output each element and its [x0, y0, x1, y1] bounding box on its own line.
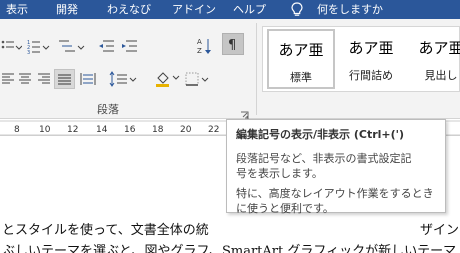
svg-text:A: A [197, 38, 202, 46]
tab-add-ins[interactable]: アドイン [172, 1, 216, 18]
svg-text:3: 3 [27, 50, 30, 54]
center-button[interactable] [17, 71, 33, 87]
document-line: とスタイルを使って、文書全体の統 [2, 223, 209, 238]
ribbon-home-panel: 123 AZ ¶ 段落 あア亜 標準 あア亜 行間詰め あア亜 見出し [0, 19, 460, 119]
style-card-normal[interactable]: あア亜 標準 [267, 29, 335, 89]
decrease-indent-button[interactable] [97, 38, 115, 54]
tab-developer[interactable]: 開発 [56, 1, 78, 18]
ruler-tick-label: 10 [39, 125, 51, 135]
ruler-tick-label: 8 [14, 125, 20, 135]
style-name: 標準 [290, 71, 312, 84]
style-name: 行間詰め [349, 69, 393, 82]
styles-gallery: あア亜 標準 あア亜 行間詰め あア亜 見出し [262, 26, 460, 92]
style-sample: あア亜 [348, 39, 394, 57]
tooltip-line: 段落記号など、非表示の書式設定記 [236, 152, 412, 165]
ruler-tick-label: 20 [180, 125, 192, 135]
multilevel-list-button[interactable] [56, 38, 86, 54]
document-line: ぶしいテーマを選ぶと、図やグラフ、SmartArt グラフィックが新しいテーマ [2, 244, 457, 253]
tooltip-line: 特に、高度なレイアウト作業をするとき [236, 187, 434, 200]
ruler-tick-label: 16 [124, 125, 136, 135]
ribbon-tab-bar: 表示 開発 わえなび アドイン ヘルプ 何をしますか [0, 0, 460, 19]
document-line: ザイン [420, 223, 460, 238]
tab-help[interactable]: ヘルプ [233, 1, 266, 18]
svg-text:¶: ¶ [228, 38, 236, 53]
increase-indent-button[interactable] [120, 38, 138, 54]
ruler-tick-label: 12 [67, 125, 79, 135]
tooltip-line: に使うと便利です。 [236, 202, 334, 215]
tooltip-line: 号を表示します。 [236, 167, 323, 180]
align-right-button[interactable] [36, 71, 52, 87]
style-sample: あア亜 [278, 41, 324, 59]
sort-button[interactable]: AZ [196, 36, 214, 56]
svg-text:Z: Z [197, 47, 202, 55]
shading-button[interactable] [154, 69, 182, 87]
lightbulb-icon[interactable] [290, 1, 304, 18]
style-card-heading[interactable]: あア亜 見出し [407, 29, 460, 89]
line-spacing-button[interactable] [108, 71, 138, 87]
justify-button[interactable] [54, 69, 75, 89]
style-sample: あア亜 [418, 39, 460, 57]
ruler-tick-label: 18 [152, 125, 164, 135]
ruler-tick-label: 22 [208, 125, 220, 135]
align-left-button[interactable] [2, 71, 14, 87]
group-separator [256, 23, 257, 115]
borders-button[interactable] [184, 71, 214, 87]
style-name: 見出し [424, 69, 458, 82]
distributed-button[interactable] [80, 71, 96, 87]
numbering-button[interactable]: 123 [25, 38, 51, 54]
tab-wae-navi[interactable]: わえなび [107, 1, 151, 18]
tooltip-title: 編集記号の表示/非表示 (Ctrl+(') [236, 128, 405, 141]
tell-me-search[interactable]: 何をしますか [317, 1, 383, 18]
bullets-button[interactable] [0, 38, 22, 54]
show-hide-marks-button[interactable]: ¶ [222, 33, 244, 55]
paragraph-group-label: 段落 [97, 103, 119, 116]
style-card-no-spacing[interactable]: あア亜 行間詰め [337, 29, 405, 89]
tab-view[interactable]: 表示 [6, 1, 28, 18]
show-hide-marks-tooltip: 編集記号の表示/非表示 (Ctrl+(') 段落記号など、非表示の書式設定記 号… [226, 119, 446, 215]
dialog-launcher-icon[interactable] [240, 105, 249, 119]
ruler-tick-label: 14 [96, 125, 108, 135]
